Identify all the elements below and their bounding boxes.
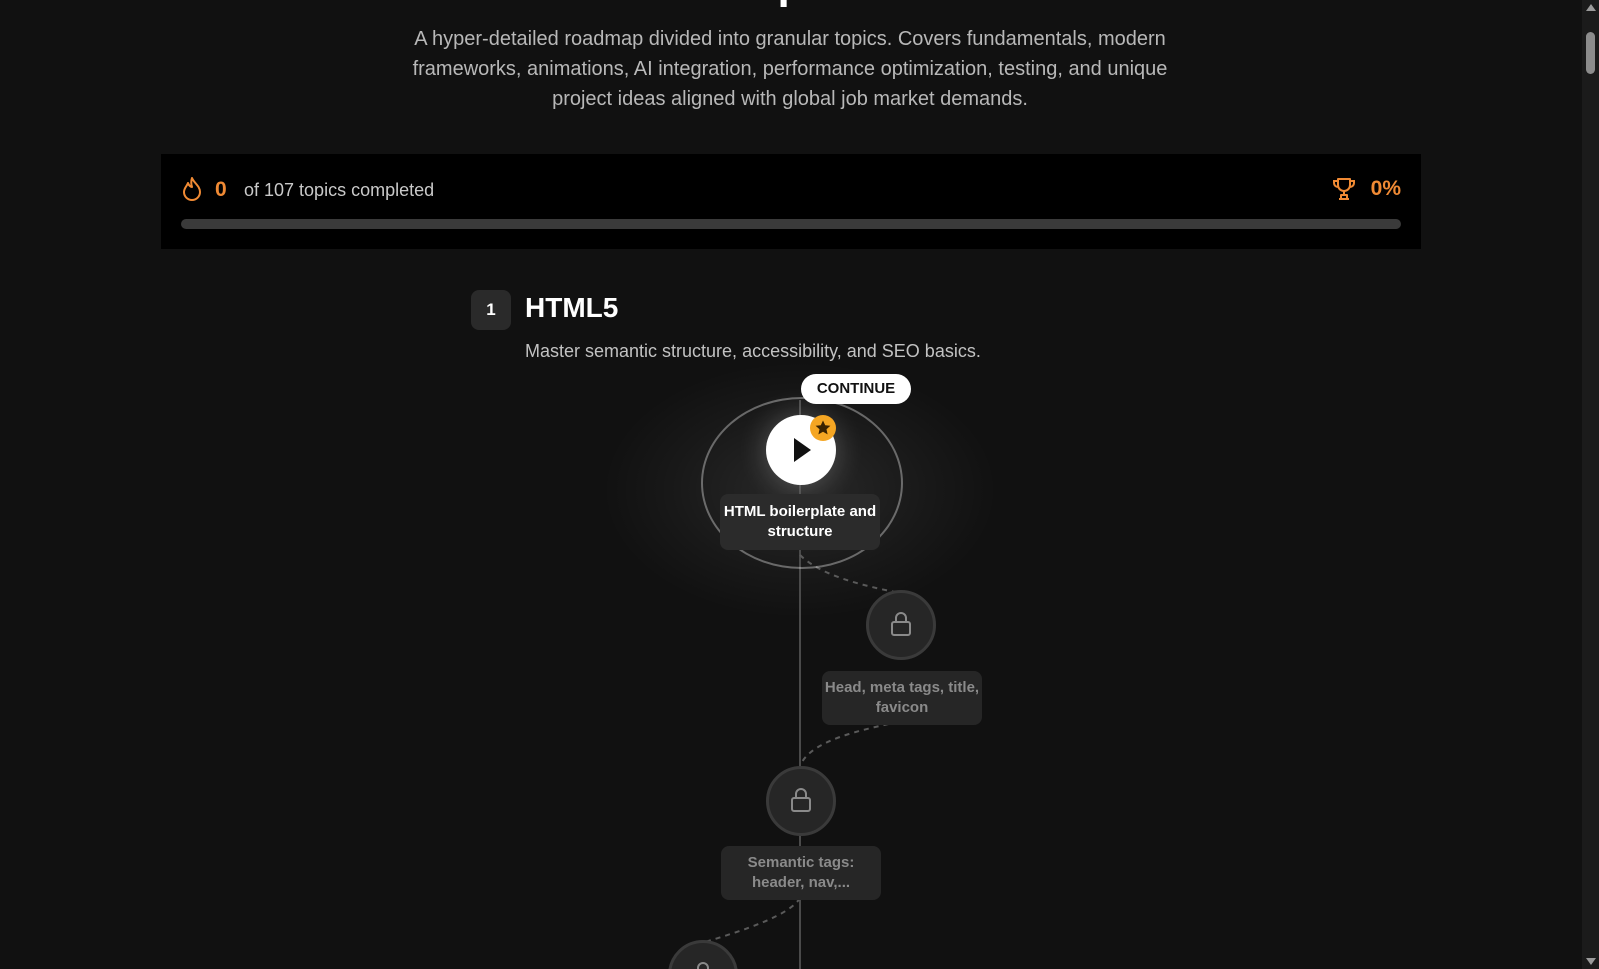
lock-icon [791,788,811,812]
continue-button[interactable]: CONTINUE [801,374,911,404]
play-icon [794,438,811,462]
connector-3 [704,897,801,943]
lock-icon [697,962,709,969]
scroll-thumb[interactable] [1586,32,1595,74]
vertical-scrollbar[interactable] [1582,0,1599,969]
lock-icon [891,612,911,636]
roadmap-page: p A hyper-detailed roadmap divided into … [0,0,1582,969]
topic-label-locked: Head, meta tags, title, favicon [822,671,982,725]
topic-node-locked[interactable] [866,590,936,660]
topic-label-locked: Semantic tags: header, nav,... [721,846,881,900]
connector-2 [801,721,899,763]
scroll-up-arrow-icon[interactable] [1586,4,1596,11]
topic-node-locked[interactable] [766,766,836,836]
scroll-down-arrow-icon[interactable] [1586,958,1596,965]
topic-label-active: HTML boilerplate and structure [720,494,880,550]
star-icon [815,420,831,435]
star-badge [810,415,836,441]
